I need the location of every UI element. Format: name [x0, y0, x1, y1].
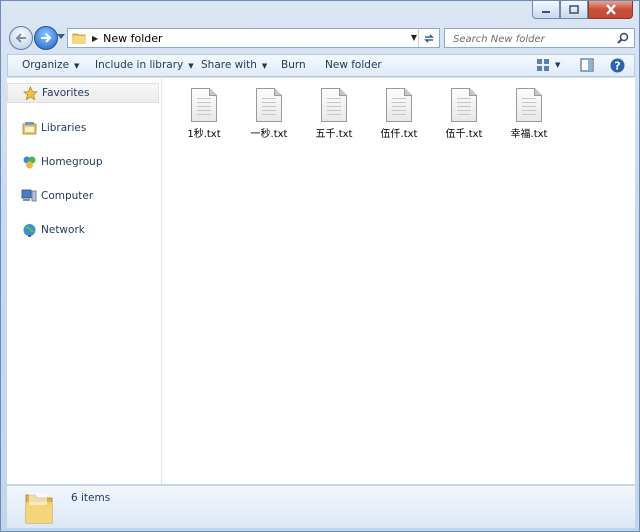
breadcrumb-new-folder[interactable]: New folder: [103, 32, 162, 45]
close-button[interactable]: [588, 1, 633, 19]
chevron-down-icon: ▼: [74, 62, 80, 70]
sidebar-item-favorites[interactable]: Favorites: [7, 83, 159, 103]
sidebar-item-libraries[interactable]: Libraries: [7, 118, 159, 138]
file-item[interactable]: 1秒.txt: [174, 88, 234, 140]
chevron-down-icon: ▼: [261, 62, 268, 70]
explorer-window: ▶ New folder ▼ Organize ▼ Include in libr…: [0, 0, 640, 532]
help-icon: ?: [610, 58, 625, 73]
svg-text:?: ?: [614, 60, 620, 73]
sidebar-item-network[interactable]: Network: [7, 220, 159, 240]
network-icon: [21, 222, 37, 238]
maximize-button[interactable]: [560, 1, 588, 19]
text-file-icon: [256, 88, 282, 122]
folder-icon: [72, 33, 86, 44]
caption-buttons: [532, 1, 633, 19]
file-list: 1秒.txt 一秒.txt 五千.txt 伍仟.txt 伍千.txt 幸福.tx…: [162, 78, 635, 484]
include-in-library-button[interactable]: Include in library ▼: [95, 55, 194, 76]
folder-icon: [25, 493, 53, 524]
address-dropdown-icon[interactable]: ▼: [411, 33, 417, 42]
libraries-icon: [21, 120, 37, 136]
file-name: 1秒.txt: [187, 129, 221, 140]
details-pane: 6 items: [7, 485, 635, 528]
file-name: 伍千.txt: [445, 129, 483, 140]
file-name: 一秒.txt: [250, 129, 288, 140]
back-arrow-icon: [15, 33, 26, 43]
preview-pane-button[interactable]: [580, 58, 594, 75]
refresh-icon: [424, 33, 434, 43]
change-view-button[interactable]: [536, 58, 550, 75]
sidebar-item-computer[interactable]: Computer: [7, 186, 159, 206]
close-icon: [605, 4, 616, 15]
computer-icon: [21, 188, 37, 204]
text-file-icon: [451, 88, 477, 122]
maximize-icon: [569, 5, 579, 14]
new-folder-button[interactable]: New folder: [325, 55, 382, 76]
back-button[interactable]: [9, 26, 33, 50]
text-file-icon: [191, 88, 217, 122]
navigation-bar: ▶ New folder ▼: [7, 25, 635, 51]
file-item[interactable]: 幸福.txt: [499, 88, 559, 140]
file-name: 伍仟.txt: [380, 129, 418, 140]
view-options-icon: [537, 59, 549, 71]
view-dropdown-icon[interactable]: ▼: [555, 55, 560, 76]
forward-button[interactable]: [34, 26, 58, 50]
sidebar-item-label: Libraries: [41, 122, 87, 134]
command-bar: Organize ▼ Include in library ▼ Share with…: [7, 54, 635, 77]
address-bar[interactable]: ▶ New folder ▼: [67, 28, 440, 48]
sidebar-item-homegroup[interactable]: Homegroup: [7, 152, 159, 172]
help-button[interactable]: ?: [610, 58, 625, 76]
sidebar-item-label: Homegroup: [41, 156, 103, 168]
recent-pages-dropdown[interactable]: [57, 34, 65, 39]
breadcrumb-arrow-icon[interactable]: ▶: [92, 34, 98, 43]
navigation-pane: Favorites Libraries Homegroup Computer N…: [7, 78, 162, 484]
search-icon[interactable]: [617, 32, 629, 44]
file-name: 五千.txt: [315, 129, 353, 140]
burn-button[interactable]: Burn: [281, 55, 306, 76]
text-file-icon: [386, 88, 412, 122]
text-file-icon: [321, 88, 347, 122]
preview-pane-icon: [580, 58, 594, 72]
refresh-button[interactable]: [418, 29, 439, 47]
share-with-label: Share with: [201, 59, 257, 71]
sidebar-item-label: Network: [41, 224, 85, 236]
minimize-button[interactable]: [532, 1, 560, 19]
chevron-down-icon: ▼: [188, 62, 194, 70]
homegroup-icon: [21, 154, 37, 170]
star-icon: [22, 85, 38, 101]
item-count: 6 items: [71, 492, 111, 504]
file-item[interactable]: 五千.txt: [304, 88, 364, 140]
file-name: 幸福.txt: [510, 129, 548, 140]
organize-button[interactable]: Organize ▼: [22, 55, 79, 76]
share-with-button[interactable]: Share with ▼: [201, 55, 267, 76]
file-item[interactable]: 伍仟.txt: [369, 88, 429, 140]
include-in-library-label: Include in library: [95, 59, 184, 71]
minimize-icon: [542, 10, 550, 13]
file-item[interactable]: 一秒.txt: [239, 88, 299, 140]
organize-label: Organize: [22, 59, 70, 71]
sidebar-item-label: Favorites: [42, 87, 90, 99]
file-item[interactable]: 伍千.txt: [434, 88, 494, 140]
search-input[interactable]: [451, 30, 615, 48]
text-file-icon: [516, 88, 542, 122]
sidebar-item-label: Computer: [41, 190, 94, 202]
search-box[interactable]: [444, 28, 635, 48]
forward-arrow-icon: [41, 33, 52, 43]
